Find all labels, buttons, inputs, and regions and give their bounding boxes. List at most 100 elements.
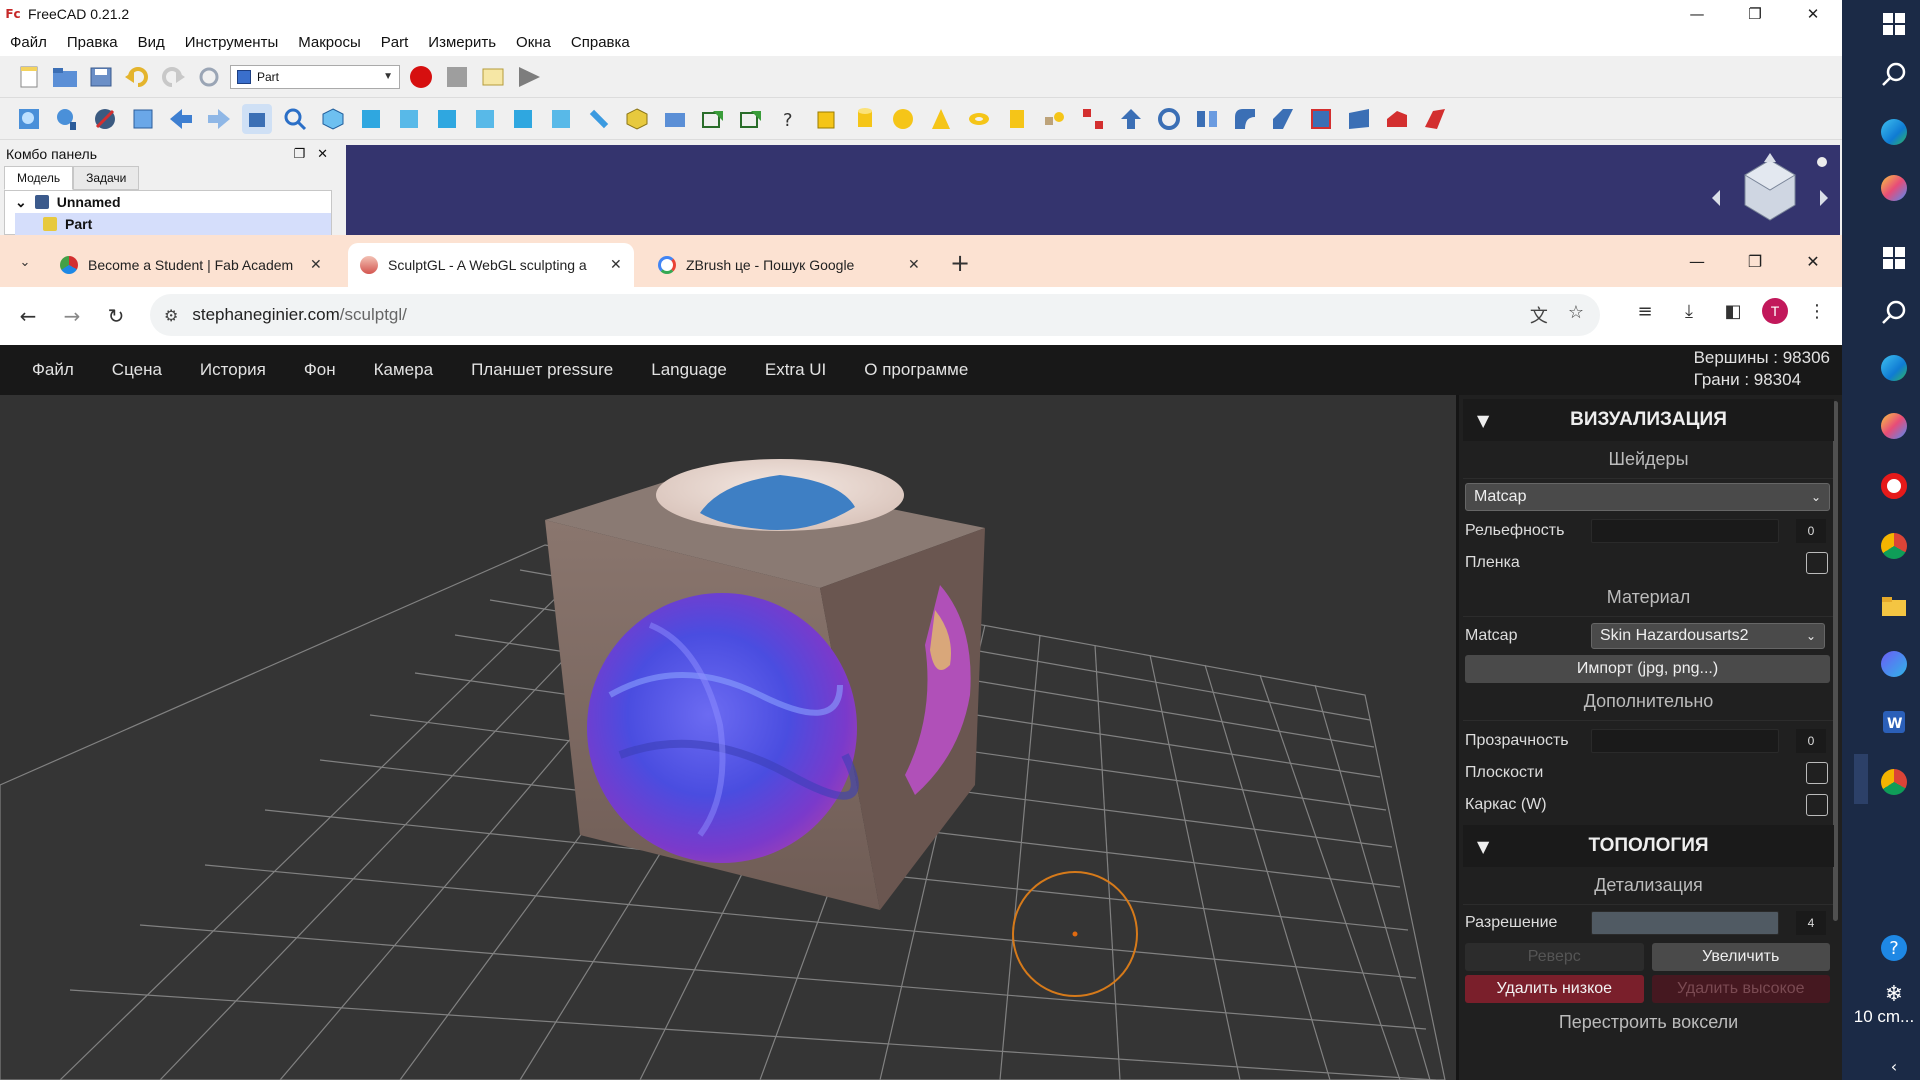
right-view-icon[interactable] [432, 104, 462, 134]
close-icon[interactable]: ✕ [1784, 235, 1842, 287]
tree-item-document[interactable]: ⌄ Unnamed [15, 191, 331, 213]
forward-arrow-icon[interactable] [204, 104, 234, 134]
matcap-select[interactable]: Skin Hazardousarts2 ⌄ [1591, 623, 1825, 649]
sweep-icon[interactable] [1420, 104, 1450, 134]
whats-this-icon[interactable]: ? [774, 104, 804, 134]
chevron-left-icon[interactable]: ‹ [1872, 1052, 1916, 1080]
freecad-menu-file[interactable]: Файл [10, 34, 47, 51]
refresh-icon[interactable] [194, 62, 224, 92]
sculpt-viewport[interactable] [0, 395, 1456, 1080]
resolution-slider[interactable] [1591, 911, 1779, 935]
freecad-menu-windows[interactable]: Окна [516, 34, 551, 51]
more-menu-icon[interactable]: ⋮ [1802, 296, 1832, 326]
windows-start-icon[interactable] [1872, 2, 1916, 46]
create-group-icon[interactable] [660, 104, 690, 134]
nav-cube-icon[interactable] [1710, 150, 1830, 235]
back-arrow-icon[interactable] [166, 104, 196, 134]
transparency-slider[interactable] [1591, 729, 1779, 753]
windows-start-icon[interactable] [1872, 236, 1916, 280]
left-view-icon[interactable] [546, 104, 576, 134]
loft-icon[interactable] [1382, 104, 1412, 134]
tab-sculptgl[interactable]: SculptGL - A WebGL sculpting a ✕ [348, 243, 634, 287]
wireframe-checkbox[interactable] [1806, 794, 1828, 816]
transparency-value[interactable]: 0 [1796, 729, 1826, 753]
zoom-icon[interactable] [280, 104, 310, 134]
file-explorer-icon[interactable] [1872, 584, 1916, 628]
sphere-primitive-icon[interactable] [888, 104, 918, 134]
freecad-menu-part[interactable]: Part [381, 34, 409, 51]
paint-icon[interactable] [1872, 166, 1916, 210]
undo-icon[interactable] [122, 62, 152, 92]
shader-select[interactable]: Matcap ⌄ [1465, 483, 1830, 511]
resolution-value[interactable]: 4 [1796, 911, 1826, 935]
reload-icon[interactable]: ↻ [94, 294, 138, 338]
cylinder-primitive-icon[interactable] [850, 104, 880, 134]
tab-search-icon[interactable]: ⌄ [10, 247, 40, 277]
link-icon[interactable] [698, 104, 728, 134]
close-tab-icon[interactable]: ✕ [610, 257, 622, 273]
chrome-icon[interactable] [1872, 524, 1916, 568]
mirror-icon[interactable] [1192, 104, 1222, 134]
freecad-menu-macros[interactable]: Макросы [298, 34, 361, 51]
isometric-view-icon[interactable] [318, 104, 348, 134]
sg-menu-background[interactable]: Фон [304, 360, 336, 380]
address-bar[interactable]: ⚙ stephaneginier.com/sculptgl/ 文 ☆ [150, 294, 1600, 336]
revolve-icon[interactable] [1154, 104, 1184, 134]
planes-checkbox[interactable] [1806, 762, 1828, 784]
delete-low-button[interactable]: Удалить низкое [1465, 975, 1644, 1003]
sg-menu-scene[interactable]: Сцена [112, 360, 162, 380]
close-icon[interactable]: ✕ [317, 147, 328, 162]
freecad-menu-measure[interactable]: Измерить [428, 34, 496, 51]
freecad-menu-tools[interactable]: Инструменты [185, 34, 279, 51]
bounding-box-icon[interactable] [128, 104, 158, 134]
sg-menu-extra-ui[interactable]: Extra UI [765, 360, 826, 380]
help-icon[interactable]: ? [1872, 926, 1916, 970]
edge-icon[interactable] [1872, 110, 1916, 154]
sg-menu-file[interactable]: Файл [32, 360, 74, 380]
primitives-icon[interactable] [1078, 104, 1108, 134]
word-icon[interactable]: W [1872, 700, 1916, 744]
run-macro-icon[interactable] [514, 62, 544, 92]
new-tab-icon[interactable]: + [950, 249, 970, 277]
import-matcap-button[interactable]: Импорт (jpg, png...) [1465, 655, 1830, 683]
cone-primitive-icon[interactable] [926, 104, 956, 134]
new-file-icon[interactable] [14, 62, 44, 92]
close-tab-icon[interactable]: ✕ [908, 257, 920, 273]
delete-high-button[interactable]: Удалить высокое [1651, 975, 1830, 1003]
freecad-3d-view[interactable] [346, 145, 1840, 235]
extrude-icon[interactable] [1116, 104, 1146, 134]
open-folder-icon[interactable] [50, 62, 80, 92]
profile-avatar[interactable]: T [1762, 298, 1788, 324]
tab-model[interactable]: Модель [4, 166, 74, 190]
float-icon[interactable]: ❐ [293, 147, 305, 162]
tab-fab-academy[interactable]: Become a Student | Fab Academ ✕ [48, 243, 334, 287]
restore-icon[interactable]: ❐ [1726, 235, 1784, 287]
media-controls-icon[interactable]: ≡ [1630, 296, 1660, 326]
sg-menu-language[interactable]: Language [651, 360, 727, 380]
fit-all-icon[interactable] [14, 104, 44, 134]
edge-icon[interactable] [1872, 346, 1916, 390]
torus-primitive-icon[interactable] [964, 104, 994, 134]
edit-macro-icon[interactable] [478, 62, 508, 92]
fit-selection-icon[interactable] [52, 104, 82, 134]
freecad-menu-help[interactable]: Справка [571, 34, 630, 51]
make-face-icon[interactable] [1306, 104, 1336, 134]
search-icon[interactable] [1872, 290, 1916, 334]
save-icon[interactable] [86, 62, 116, 92]
side-panel-icon[interactable]: ◧ [1718, 296, 1748, 326]
restore-icon[interactable]: ❐ [1726, 0, 1784, 28]
top-view-icon[interactable] [394, 104, 424, 134]
record-macro-icon[interactable] [406, 62, 436, 92]
tab-google-search[interactable]: ZBrush це - Пошук Google ✕ [646, 243, 932, 287]
workbench-selector[interactable]: Part ▼ [230, 64, 400, 89]
bookmark-star-icon[interactable]: ☆ [1568, 302, 1584, 328]
measure-icon[interactable] [584, 104, 614, 134]
shape-builder-icon[interactable] [1040, 104, 1070, 134]
freecad-menu-edit[interactable]: Правка [67, 34, 118, 51]
close-tab-icon[interactable]: ✕ [310, 257, 322, 273]
sg-menu-about[interactable]: О программе [864, 360, 968, 380]
site-info-icon[interactable]: ⚙ [164, 306, 178, 325]
fillet-icon[interactable] [1230, 104, 1260, 134]
sg-menu-tablet[interactable]: Планшет pressure [471, 360, 613, 380]
chamfer-icon[interactable] [1268, 104, 1298, 134]
